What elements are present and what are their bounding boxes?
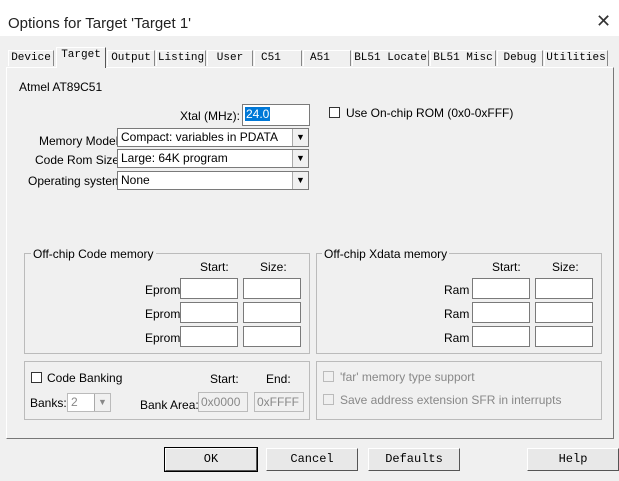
ram-label: Ram	[444, 283, 470, 297]
defaults-button[interactable]: Defaults	[368, 448, 460, 471]
offchip-code-size-header: Size:	[260, 260, 287, 274]
chevron-down-icon: ▼	[292, 150, 308, 167]
eprom-start-input[interactable]	[180, 326, 238, 347]
code-rom-size-select[interactable]: Large: 64K program ▼	[117, 149, 309, 168]
bank-start-header: Start:	[210, 372, 239, 386]
operating-system-value: None	[121, 173, 150, 187]
offchip-xdata-size-header: Size:	[552, 260, 579, 274]
chevron-down-icon: ▼	[94, 394, 110, 411]
tab-user[interactable]: User	[207, 50, 253, 66]
operating-system-select[interactable]: None ▼	[117, 171, 309, 190]
memory-model-label: Memory Model:	[39, 134, 122, 148]
save-sfr-checkbox[interactable]	[323, 394, 334, 405]
tab-bl51-misc[interactable]: BL51 Misc	[430, 50, 496, 66]
far-memory-label: 'far' memory type support	[340, 370, 475, 384]
tab-c51[interactable]: C51	[254, 50, 302, 66]
eprom-size-input[interactable]	[243, 278, 301, 299]
bank-area-label: Bank Area:	[140, 398, 199, 412]
cancel-button[interactable]: Cancel	[266, 448, 358, 471]
ram-start-input[interactable]	[472, 326, 530, 347]
onchip-rom-checkbox[interactable]	[329, 107, 340, 118]
xtal-label: Xtal (MHz):	[180, 109, 240, 123]
tab-bl51-locate[interactable]: BL51 Locate	[352, 50, 429, 66]
code-banking-checkbox[interactable]	[31, 372, 42, 383]
eprom-start-input[interactable]	[180, 302, 238, 323]
ram-label: Ram	[444, 307, 470, 321]
tab-device[interactable]: Device	[8, 50, 54, 66]
xtal-input[interactable]: 24.0	[242, 104, 310, 126]
ram-size-input[interactable]	[535, 278, 593, 299]
xtal-value: 24.0	[245, 107, 271, 121]
close-icon[interactable]: ✕	[596, 11, 611, 32]
tab-debug[interactable]: Debug	[497, 50, 543, 66]
tab-a51[interactable]: A51	[303, 50, 351, 66]
window-top-edge	[0, 0, 619, 10]
help-button[interactable]: Help	[527, 448, 619, 471]
banks-label: Banks:	[30, 396, 67, 410]
chevron-down-icon: ▼	[292, 172, 308, 189]
ram-start-input[interactable]	[472, 302, 530, 323]
save-sfr-label: Save address extension SFR in interrupts	[340, 393, 562, 407]
bank-area-end-input[interactable]: 0xFFFF	[254, 392, 304, 412]
memory-model-value: Compact: variables in PDATA	[121, 130, 278, 144]
tab-utilities[interactable]: Utilities	[544, 50, 608, 66]
eprom-start-input[interactable]	[180, 278, 238, 299]
code-rom-size-value: Large: 64K program	[121, 151, 228, 165]
memory-model-select[interactable]: Compact: variables in PDATA ▼	[117, 128, 309, 147]
eprom-label: Eprom	[145, 307, 181, 321]
offchip-xdata-title: Off-chip Xdata memory	[322, 247, 450, 261]
offchip-code-start-header: Start:	[200, 260, 229, 274]
device-name: Atmel AT89C51	[19, 80, 103, 94]
window-title: Options for Target 'Target 1'	[8, 15, 192, 32]
ram-label: Ram	[444, 331, 470, 345]
ram-size-input[interactable]	[535, 302, 593, 323]
operating-system-label: Operating system:	[28, 174, 126, 188]
offchip-code-title: Off-chip Code memory	[31, 247, 156, 261]
offchip-xdata-start-header: Start:	[492, 260, 521, 274]
chevron-down-icon: ▼	[292, 129, 308, 146]
tab-listing[interactable]: Listing	[156, 50, 206, 66]
ram-size-input[interactable]	[535, 326, 593, 347]
code-banking-label: Code Banking	[47, 371, 123, 385]
bank-end-header: End:	[266, 372, 291, 386]
eprom-size-input[interactable]	[243, 326, 301, 347]
onchip-rom-label: Use On-chip ROM (0x0-0xFFF)	[346, 106, 514, 120]
ram-start-input[interactable]	[472, 278, 530, 299]
ok-button[interactable]: OK	[164, 447, 258, 472]
eprom-size-input[interactable]	[243, 302, 301, 323]
banks-value: 2	[71, 395, 78, 409]
far-memory-checkbox[interactable]	[323, 371, 334, 382]
bank-area-start-input[interactable]: 0x0000	[198, 392, 248, 412]
code-rom-size-label: Code Rom Size:	[35, 153, 123, 167]
eprom-label: Eprom	[145, 283, 181, 297]
eprom-label: Eprom	[145, 331, 181, 345]
tab-target[interactable]: Target	[56, 47, 106, 68]
tab-output[interactable]: Output	[107, 50, 155, 66]
banks-select[interactable]: 2 ▼	[67, 393, 111, 412]
